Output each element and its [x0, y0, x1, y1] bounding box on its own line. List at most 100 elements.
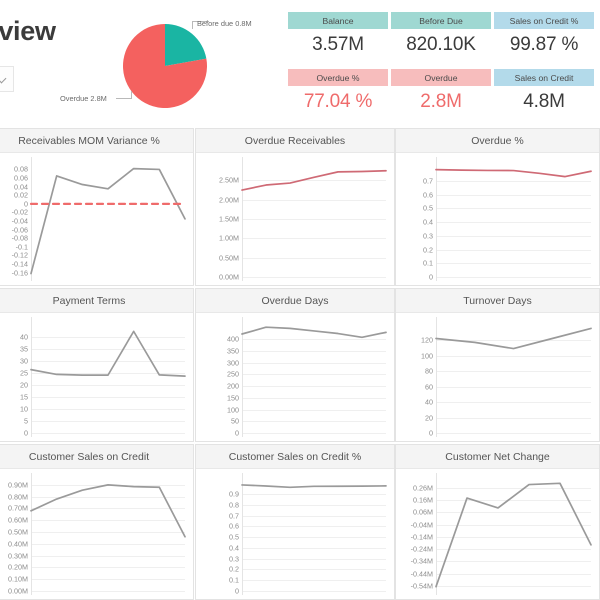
- y-axis-tick-label: 0.7: [229, 511, 239, 521]
- y-axis-tick-label: 0.7: [423, 176, 433, 186]
- plot-area: 0.90M 0.80M 0.70M 0.60M 0.50M 0.40M 0.30M 0.20M…: [0, 469, 193, 599]
- y-axis-tick-label: 0.50M: [219, 253, 239, 263]
- y-axis-tick-label: 0.20M: [8, 562, 28, 572]
- y-axis-tick-label: 0.8: [229, 500, 239, 510]
- chart-panel-receivables-mom-variance: Receivables MOM Variance % 0.08 0.06 0.04 0.…: [0, 128, 194, 286]
- kpi-card[interactable]: Before Due 820.10K: [391, 12, 491, 60]
- pie-svg: [123, 24, 207, 109]
- series-layer: [30, 330, 186, 377]
- y-axis-tick-label: 1.50M: [219, 214, 239, 224]
- series-line[interactable]: [435, 168, 592, 178]
- y-axis-tick-label: 5: [24, 416, 28, 426]
- kpi-label: Balance: [288, 12, 388, 29]
- kpi-card[interactable]: Balance 3.57M: [288, 12, 388, 60]
- series-layer: [435, 327, 592, 350]
- chart-panel-overdue-percent: Overdue % 0.7 0.6 0.5 0.4 0.3 0.2 0.1 0: [395, 128, 600, 286]
- y-axis-tick-label: -0.44M: [410, 569, 433, 579]
- kpi-card-group: Balance 3.57M Before Due 820.10K Sales on Cr…: [288, 12, 594, 117]
- kpi-value: 77.04 %: [288, 86, 388, 117]
- gridline: [242, 433, 386, 434]
- y-axis-tick-label: -0.14M: [410, 532, 433, 542]
- filter-slicer[interactable]: [0, 66, 14, 92]
- kpi-value: 820.10K: [391, 29, 491, 60]
- chart-panel-turnover-days: Turnover Days 120 100 80 60 40 20 0: [395, 288, 600, 442]
- plot-area: 0.7 0.6 0.5 0.4 0.3 0.2 0.1 0: [396, 153, 599, 285]
- y-axis-tick-label: 40: [20, 332, 28, 342]
- series-line[interactable]: [241, 326, 387, 339]
- y-axis-tick-label: 0.3: [229, 554, 239, 564]
- y-axis-tick-label: 0.4: [423, 217, 433, 227]
- series-line[interactable]: [30, 167, 186, 275]
- y-axis-tick-label: 0.3: [423, 231, 433, 241]
- y-axis-tick-label: 0.1: [229, 575, 239, 585]
- series-line[interactable]: [30, 330, 186, 377]
- chart-panel-overdue-days: Overdue Days 400 350 300 250 200 150 100 50 0: [195, 288, 395, 442]
- gridline: [436, 277, 591, 278]
- kpi-card[interactable]: Overdue % 77.04 %: [288, 69, 388, 117]
- y-axis-tick-label: 120: [421, 335, 433, 345]
- chart-title: Overdue Days: [196, 289, 394, 313]
- series-layer: [435, 482, 592, 588]
- y-axis-tick-label: 0.50M: [8, 527, 28, 537]
- gridline: [31, 433, 185, 434]
- receivables-pie-chart: Before due 0.8M Overdue 2.8M: [60, 16, 278, 116]
- gridline: [31, 591, 185, 592]
- y-axis-tick-label: 0.1: [423, 258, 433, 268]
- series-line[interactable]: [435, 327, 592, 350]
- series-layer: [241, 326, 387, 339]
- kpi-value: 99.87 %: [494, 29, 594, 60]
- y-axis-tick-label: 0.60M: [8, 515, 28, 525]
- y-axis-tick-label: 25: [20, 368, 28, 378]
- pie-leader-before-stub: [192, 21, 193, 29]
- y-axis-tick-label: 0.5: [423, 203, 433, 213]
- kpi-label: Overdue: [391, 69, 491, 86]
- kpi-value: 4.8M: [494, 86, 594, 117]
- y-axis-tick-label: 0.16M: [413, 495, 433, 505]
- pie-label-before-due: Before due 0.8M: [197, 19, 252, 28]
- chart-title: Overdue Receivables: [196, 129, 394, 153]
- kpi-label: Sales on Credit: [494, 69, 594, 86]
- y-axis-tick-label: 40: [425, 397, 433, 407]
- y-axis-tick-label: 0.30M: [8, 551, 28, 561]
- gridline: [242, 591, 386, 592]
- chart-title: Payment Terms: [0, 289, 193, 313]
- y-axis-tick-label: 0.40M: [8, 539, 28, 549]
- y-axis-tick-label: 0.00M: [219, 272, 239, 282]
- series-line[interactable]: [30, 484, 186, 538]
- chart-panel-payment-terms: Payment Terms 40 35 30 25 20 15 10 5 0: [0, 288, 194, 442]
- kpi-card[interactable]: Sales on Credit 4.8M: [494, 69, 594, 117]
- kpi-card[interactable]: Sales on Credit % 99.87 %: [494, 12, 594, 60]
- kpi-label: Sales on Credit %: [494, 12, 594, 29]
- y-axis-tick-label: 10: [20, 404, 28, 414]
- y-axis-tick-label: -0.34M: [410, 556, 433, 566]
- series-line[interactable]: [241, 169, 387, 191]
- chart-panel-overdue-receivables: Overdue Receivables 2.50M 2.00M 1.50M 1.00M 0…: [195, 128, 395, 286]
- pie-slice-before-due[interactable]: [165, 24, 207, 66]
- series-layer: [241, 484, 387, 489]
- y-axis-tick-label: 300: [227, 358, 239, 368]
- plot-area: 120 100 80 60 40 20 0: [396, 313, 599, 441]
- chart-title: Overdue %: [396, 129, 599, 153]
- y-axis-tick-label: 0: [429, 272, 433, 282]
- kpi-card[interactable]: Overdue 2.8M: [391, 69, 491, 117]
- y-axis-tick-label: -0.24M: [410, 544, 433, 554]
- y-axis-tick-label: 2.00M: [219, 195, 239, 205]
- page-title: Overview: [0, 16, 56, 46]
- series-line[interactable]: [241, 484, 387, 489]
- chart-title: Customer Sales on Credit %: [196, 445, 394, 469]
- plot-area: 400 350 300 250 200 150 100 50 0: [196, 313, 394, 441]
- y-axis-tick-label: 100: [227, 405, 239, 415]
- y-axis-tick-label: 80: [425, 366, 433, 376]
- chart-title: Customer Sales on Credit: [0, 445, 193, 469]
- y-axis-tick-label: 0.2: [423, 245, 433, 255]
- chart-panel-customer-net-change: Customer Net Change 0.26M 0.16M 0.06M -0.04M…: [395, 444, 600, 600]
- chevron-down-icon: [0, 75, 7, 84]
- y-axis-tick-label: 2.50M: [219, 175, 239, 185]
- plot-area: 2.50M 2.00M 1.50M 1.00M 0.50M 0.00M: [196, 153, 394, 285]
- y-axis-tick-label: -0.16: [11, 268, 28, 278]
- series-line[interactable]: [435, 482, 592, 588]
- gridline: [242, 277, 386, 278]
- y-axis-tick-label: 0.6: [423, 190, 433, 200]
- dashboard-header: Overview Before due 0.8M Overdue 2.8M Ba…: [0, 0, 600, 124]
- y-axis-tick-label: 0.4: [229, 543, 239, 553]
